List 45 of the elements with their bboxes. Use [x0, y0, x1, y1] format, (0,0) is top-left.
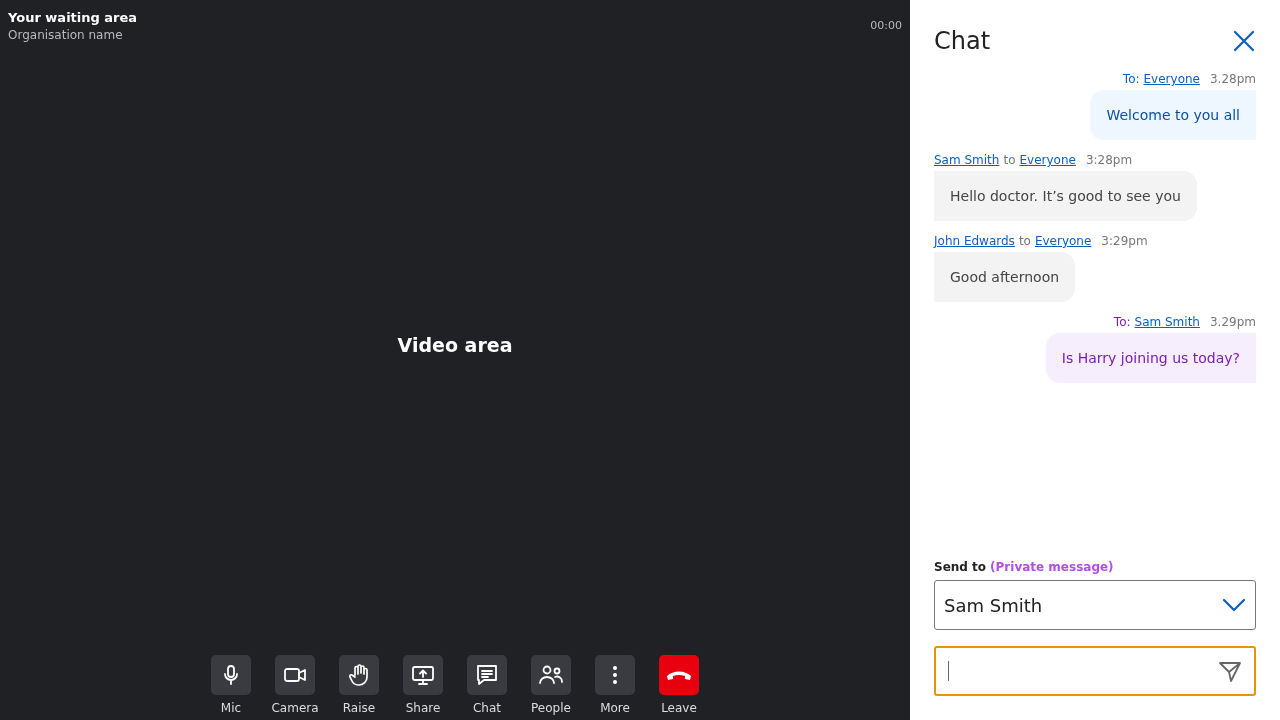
send-icon[interactable] [1218, 659, 1242, 683]
people-button[interactable]: People [526, 655, 576, 716]
more-button[interactable]: More [590, 655, 640, 716]
mic-button[interactable]: Mic [206, 655, 256, 716]
message-bubble: Hello doctor. It’s good to see you [934, 171, 1197, 221]
phone-hangup-icon [659, 655, 699, 695]
to-label: To: [1113, 315, 1131, 329]
hand-icon [339, 655, 379, 695]
call-timer: 00:00 [870, 19, 902, 32]
recipient-link[interactable]: Everyone [1034, 234, 1092, 248]
recipient-link[interactable]: Everyone [1143, 72, 1200, 86]
send-to-label: Send to [934, 560, 987, 574]
camera-button[interactable]: Camera [270, 655, 320, 716]
share-button[interactable]: Share [398, 655, 448, 716]
message-time: 3.28pm [1209, 72, 1256, 86]
message-bubble: Welcome to you all [1090, 90, 1256, 140]
recipient-link[interactable]: Sam Smith [1134, 315, 1200, 329]
to-label: to [1018, 234, 1031, 248]
video-area-label: Video area [397, 334, 513, 356]
chevron-down-icon [1222, 598, 1246, 612]
message-bubble: Is Harry joining us today? [1045, 333, 1256, 383]
microphone-icon [211, 655, 251, 695]
to-label: to [1003, 153, 1016, 167]
chat-title: Chat [934, 27, 991, 55]
message-time: 3.29pm [1209, 315, 1256, 329]
camera-icon [275, 655, 315, 695]
leave-button[interactable]: Leave [654, 655, 704, 716]
screen-share-icon [403, 655, 443, 695]
meeting-title: Your waiting area [8, 9, 138, 27]
more-icon [595, 655, 635, 695]
recipient-link[interactable]: Everyone [1019, 153, 1076, 167]
message-bubble: Good afternoon [934, 252, 1076, 302]
sender-link[interactable]: Sam Smith [934, 153, 1000, 167]
message-time: 3:29pm [1101, 234, 1148, 248]
raise-button[interactable]: Raise [334, 655, 384, 716]
to-label: To: [1122, 72, 1140, 86]
chat-button[interactable]: Chat [462, 655, 512, 716]
message-time: 3:28pm [1085, 153, 1133, 167]
organisation-name: Organisation name [8, 27, 124, 43]
chat-icon [467, 655, 507, 695]
message-input-field[interactable] [934, 646, 1256, 696]
private-message-note: (Private message) [990, 560, 1114, 574]
recipient-dropdown[interactable]: Sam Smith [934, 580, 1256, 630]
people-icon [531, 655, 571, 695]
sender-link[interactable]: John Edwards [934, 234, 1015, 248]
